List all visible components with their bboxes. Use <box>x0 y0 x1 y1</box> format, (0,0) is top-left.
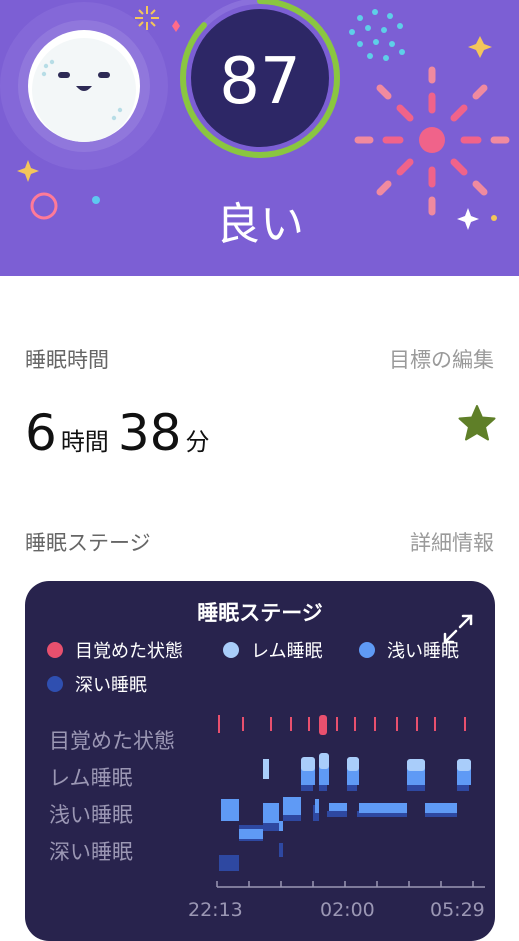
sleep-stages-title: 睡眠ステージ <box>25 531 151 555</box>
edit-goal-link[interactable]: 目標の編集 <box>389 344 494 374</box>
duration-hours: 6 <box>25 404 57 462</box>
time-label-start: 22:13 <box>188 899 243 921</box>
star-icon <box>458 405 496 441</box>
details-link[interactable]: 詳細情報 <box>410 527 494 557</box>
sleep-score-value: 87 <box>219 45 301 119</box>
duration-minutes-unit: 分 <box>185 428 210 456</box>
sleep-score-rating: 良い <box>216 199 304 250</box>
duration-minutes: 38 <box>117 404 182 462</box>
sleep-duration-value: 6 時間 38 分 <box>25 404 218 462</box>
sleep-duration-title: 睡眠時間 <box>25 348 109 372</box>
time-label-end: 05:29 <box>430 899 485 921</box>
sleep-stage-graph <box>216 715 485 888</box>
moon-mascot-icon <box>28 30 140 142</box>
time-label-mid: 02:00 <box>320 899 375 921</box>
duration-hours-unit: 時間 <box>60 428 109 456</box>
sleep-score-header: 87 良い <box>0 0 519 276</box>
sleep-stages-card[interactable]: 睡眠ステージ 目覚めた状態 レム睡眠 浅い睡眠 深い睡眠 目覚めた状態 レム睡眠… <box>25 581 495 941</box>
